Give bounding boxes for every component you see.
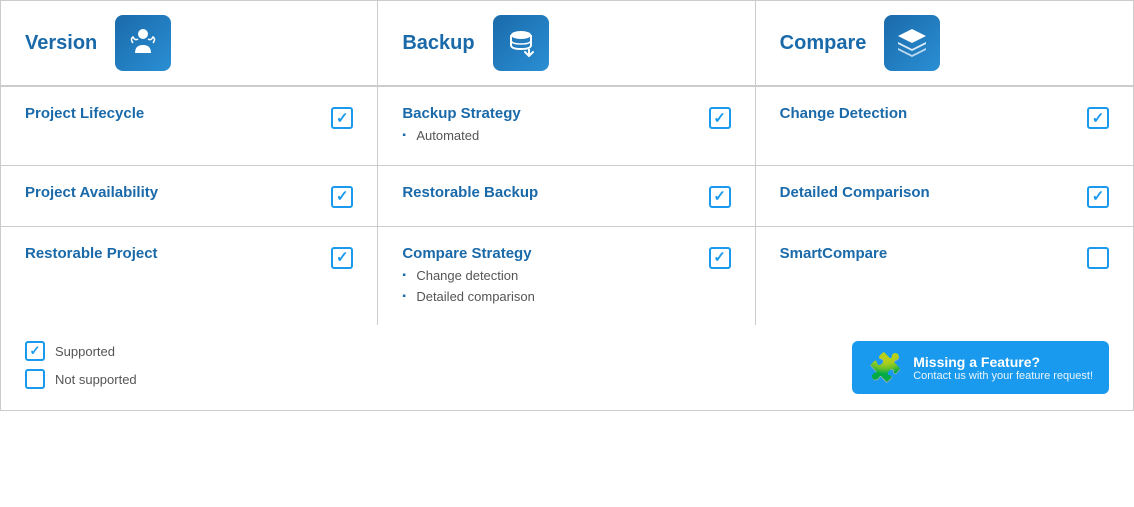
cell-r0-c1: Backup Strategy Automated (378, 87, 755, 165)
feature-checkbox (1087, 247, 1109, 269)
cell-r2-c1: Compare Strategy Change detectionDetailed… (378, 227, 755, 326)
compare-icon-box (884, 15, 940, 71)
feature-title: Change Detection (780, 105, 1073, 122)
feature-checkbox (331, 186, 353, 208)
feature-checkbox (1087, 186, 1109, 208)
feature-title: Project Availability (25, 184, 317, 201)
backup-icon (503, 25, 539, 61)
feature-title: SmartCompare (780, 245, 1073, 262)
feature-checkbox (1087, 107, 1109, 129)
cell-r0-c0: Project Lifecycle (1, 87, 378, 165)
cell-r2-c0: Restorable Project (1, 227, 378, 326)
legend-not-supported-label: Not supported (55, 372, 137, 387)
legend-checked-icon (25, 341, 45, 361)
compare-icon (894, 25, 930, 61)
backup-label: Backup (402, 32, 474, 55)
feature-title: Compare Strategy (402, 245, 694, 262)
legend: Supported Not supported (1, 341, 378, 394)
feature-title: Detailed Comparison (780, 184, 1073, 201)
cell-r1-c2: Detailed Comparison (756, 166, 1133, 226)
missing-feature-button[interactable]: 🧩 Missing a Feature? Contact us with you… (852, 341, 1109, 394)
legend-not-supported: Not supported (25, 369, 354, 389)
feature-checkbox (331, 247, 353, 269)
missing-feature-subtitle: Contact us with your feature request! (913, 370, 1093, 382)
legend-supported-label: Supported (55, 344, 115, 359)
feature-title: Restorable Project (25, 245, 317, 262)
header-compare: Compare (756, 1, 1133, 85)
version-label: Version (25, 32, 97, 55)
table-body: Project Lifecycle Backup Strategy Automate… (1, 87, 1133, 325)
feature-sub-item: Change detection (402, 266, 694, 287)
table-header: Version Backup (1, 1, 1133, 87)
legend-unchecked-icon (25, 369, 45, 389)
table-row: Project Lifecycle Backup Strategy Automate… (1, 87, 1133, 166)
missing-feature-title: Missing a Feature? (913, 354, 1093, 370)
legend-supported: Supported (25, 341, 354, 361)
table-footer: Supported Not supported 🧩 Missing a Feat… (1, 325, 1133, 410)
version-icon-box (115, 15, 171, 71)
feature-title: Restorable Backup (402, 184, 694, 201)
feature-checkbox (709, 247, 731, 269)
header-backup: Backup (378, 1, 755, 85)
feature-checkbox (709, 107, 731, 129)
feature-title: Project Lifecycle (25, 105, 317, 122)
footer-right: 🧩 Missing a Feature? Contact us with you… (756, 341, 1133, 394)
table-row: Restorable Project Compare Strategy Change… (1, 227, 1133, 326)
compare-label: Compare (780, 32, 867, 55)
table-row: Project Availability Restorable Backup Det… (1, 166, 1133, 227)
backup-icon-box (493, 15, 549, 71)
feature-checkbox (709, 186, 731, 208)
feature-title: Backup Strategy (402, 105, 694, 122)
puzzle-icon: 🧩 (868, 351, 903, 384)
missing-feature-text: Missing a Feature? Contact us with your … (913, 354, 1093, 382)
cell-r1-c1: Restorable Backup (378, 166, 755, 226)
cell-r1-c0: Project Availability (1, 166, 378, 226)
feature-checkbox (331, 107, 353, 129)
feature-sub-item: Detailed comparison (402, 287, 694, 308)
feature-table: Version Backup (0, 0, 1134, 411)
version-icon (125, 25, 161, 61)
cell-r2-c2: SmartCompare (756, 227, 1133, 326)
footer-middle (378, 341, 755, 394)
header-version: Version (1, 1, 378, 85)
feature-sub-item: Automated (402, 126, 694, 147)
cell-r0-c2: Change Detection (756, 87, 1133, 165)
